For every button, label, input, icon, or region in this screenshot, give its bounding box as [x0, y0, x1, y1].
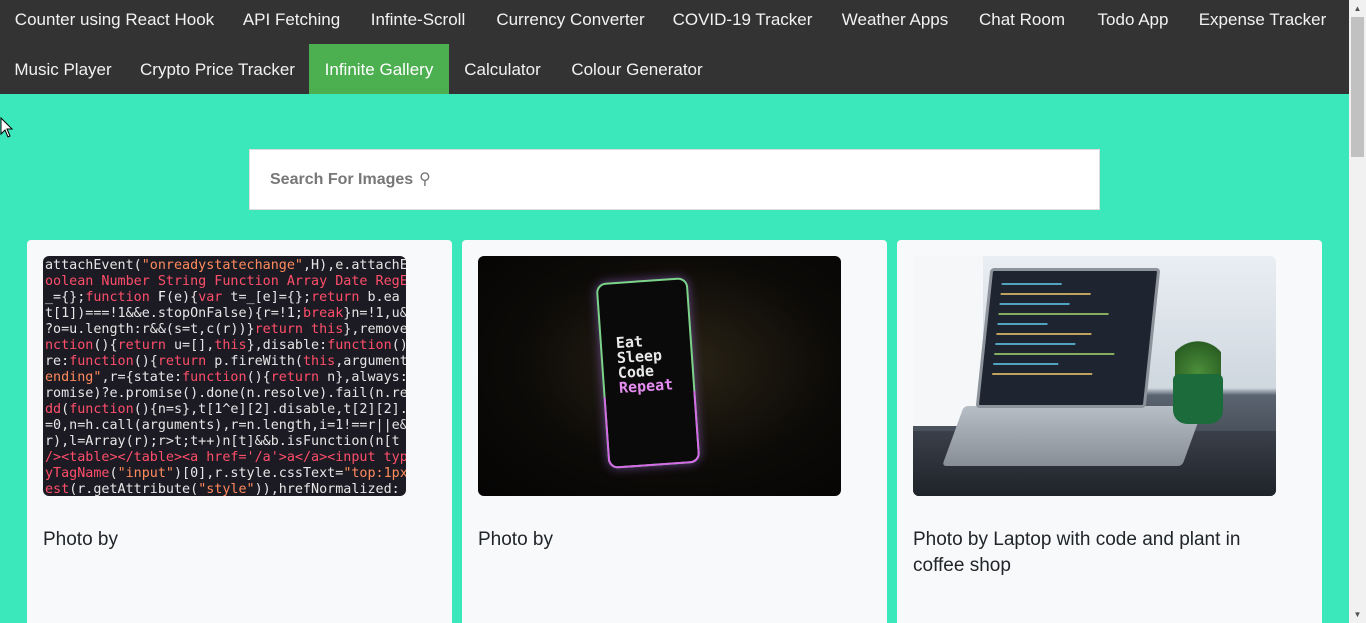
- code-screenshot-image: attachEvent("onreadystatechange",H),e.at…: [43, 256, 406, 496]
- gallery-card: attachEvent("onreadystatechange",H),e.at…: [27, 240, 452, 623]
- nav-chat-room[interactable]: Chat Room: [964, 0, 1080, 44]
- scroll-up-arrow-icon[interactable]: ▲: [1349, 0, 1366, 17]
- nav-music-player[interactable]: Music Player: [0, 50, 126, 94]
- search-placeholder: Search For Images ⚲: [270, 150, 431, 209]
- card-caption: Photo by: [478, 529, 553, 550]
- phone-graphic: Eat Sleep Code Repeat: [595, 277, 701, 469]
- magnifier-icon: ⚲: [419, 171, 431, 188]
- gallery-card: Eat Sleep Code Repeat Photo by: [462, 240, 887, 623]
- nav-calculator[interactable]: Calculator: [449, 50, 556, 94]
- scroll-down-arrow-icon[interactable]: ▼: [1349, 606, 1366, 623]
- nav-currency-converter[interactable]: Currency Converter: [482, 0, 659, 44]
- nav-covid-tracker[interactable]: COVID-19 Tracker: [659, 0, 826, 44]
- nav-weather-apps[interactable]: Weather Apps: [826, 0, 964, 44]
- laptop-plant-image: [913, 256, 1276, 496]
- nav-crypto-price-tracker[interactable]: Crypto Price Tracker: [126, 50, 309, 94]
- nav-expense-tracker[interactable]: Expense Tracker: [1186, 0, 1339, 44]
- nav-todo-app[interactable]: Todo App: [1080, 0, 1186, 44]
- vertical-scrollbar[interactable]: ▲ ▼: [1349, 0, 1366, 623]
- viewport: Counter using React Hook API Fetching In…: [0, 0, 1349, 623]
- nav-infinite-gallery[interactable]: Infinite Gallery: [309, 44, 449, 94]
- mouse-cursor-icon: [0, 117, 14, 138]
- nav-infinite-scroll[interactable]: Infinte-Scroll: [354, 0, 482, 44]
- phone-eat-sleep-code-repeat-image: Eat Sleep Code Repeat: [478, 256, 841, 496]
- nav-counter-react-hook[interactable]: Counter using React Hook: [0, 0, 229, 44]
- card-caption: Photo by Laptop with code and plant in c…: [913, 529, 1241, 576]
- gallery-card: Photo by Laptop with code and plant in c…: [897, 240, 1322, 623]
- nav-api-fetching[interactable]: API Fetching: [229, 0, 354, 44]
- nav-colour-generator[interactable]: Colour Generator: [556, 50, 718, 94]
- search-input[interactable]: Search For Images ⚲: [249, 149, 1100, 210]
- top-navigation: Counter using React Hook API Fetching In…: [0, 0, 1349, 94]
- card-caption: Photo by: [43, 529, 118, 550]
- scroll-thumb[interactable]: [1351, 17, 1364, 157]
